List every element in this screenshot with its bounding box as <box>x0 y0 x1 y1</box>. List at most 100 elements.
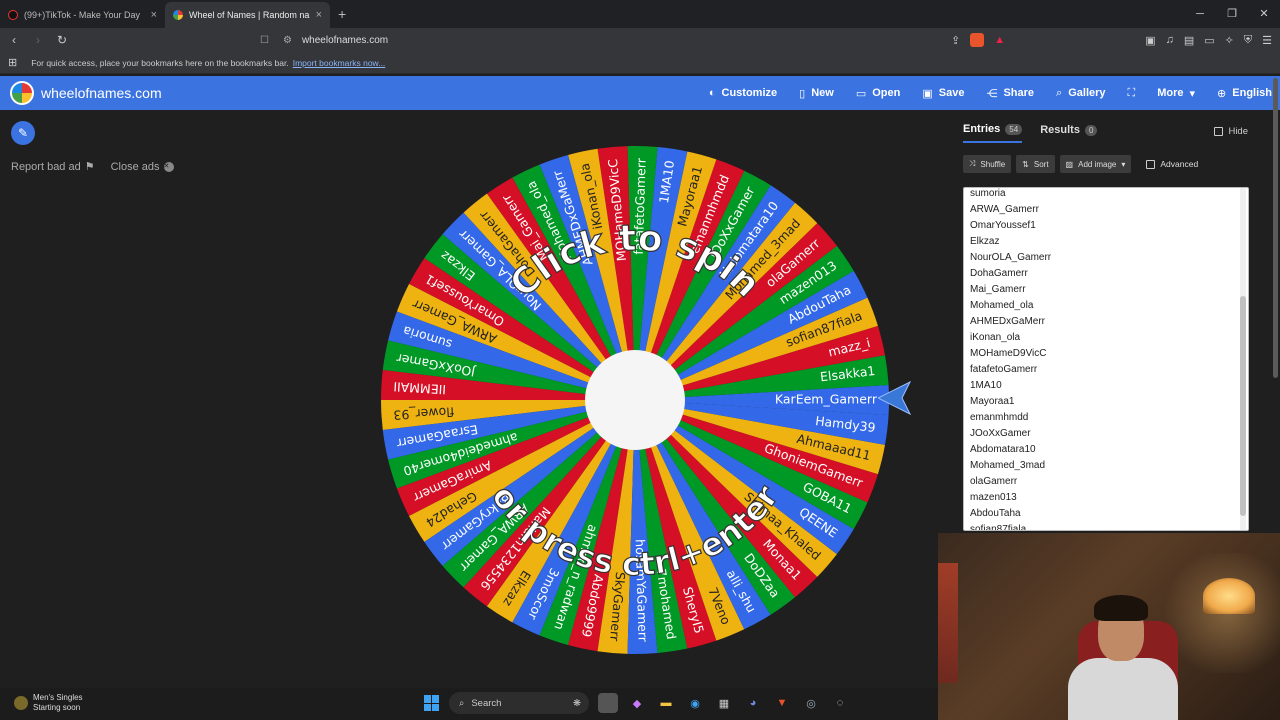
site-name[interactable]: wheelofnames.com <box>41 85 162 101</box>
import-bookmarks-link[interactable]: Import bookmarks now... <box>293 58 386 68</box>
advanced-toggle[interactable]: Advanced <box>1146 159 1198 169</box>
tab-wheelofnames[interactable]: Wheel of Names | Random name × <box>165 2 330 28</box>
new-button[interactable]: ▯ New <box>799 87 834 100</box>
gallery-label: Gallery <box>1068 87 1106 99</box>
entries-tab-label: Entries <box>963 123 1001 135</box>
tab-tiktok[interactable]: (99+)TikTok - Make Your Day × <box>0 2 165 28</box>
save-button[interactable]: ▣ Save <box>922 87 964 100</box>
wallet-icon[interactable]: ▭ <box>1204 34 1214 47</box>
customize-button[interactable]: ◐ Customize <box>709 87 777 99</box>
sort-button[interactable]: ⇅ Sort <box>1016 155 1055 173</box>
apps-grid-icon[interactable]: ⊞ <box>8 56 17 69</box>
spin-wheel[interactable]: KarEem_GamerrElsakka1mazz_isofian87fiala… <box>380 145 890 655</box>
shuffle-button[interactable]: ⤨ Shuffle <box>963 155 1012 173</box>
file-explorer-icon[interactable]: ▬ <box>656 693 676 713</box>
entry-line: sumoria <box>970 188 1006 199</box>
add-image-button[interactable]: ▨ Add image ▾ <box>1059 155 1132 173</box>
minimize-icon[interactable]: ─ <box>1184 0 1216 28</box>
lamp <box>1203 578 1255 614</box>
brave-shield-icon[interactable] <box>970 33 985 47</box>
close-ads-label: Close ads <box>110 160 160 173</box>
share-page-icon[interactable]: ⇪ <box>951 34 960 47</box>
entries-scroll-thumb[interactable] <box>1240 296 1246 516</box>
brave-rewards-icon[interactable]: ▲ <box>994 34 1005 46</box>
widget-notification[interactable]: Men's Singles Starting soon <box>14 693 83 713</box>
sort-icon: ⇅ <box>1022 159 1029 169</box>
reload-icon[interactable]: ↻ <box>52 33 72 47</box>
restore-icon[interactable]: ❐ <box>1216 0 1248 28</box>
entries-textarea[interactable]: sumoria ARWA_Gamerr OmarYoussef1 Elkzaz Nour… <box>963 187 1249 531</box>
close-tab-icon[interactable]: × <box>316 9 322 21</box>
edge-icon[interactable]: ◉ <box>685 693 705 713</box>
more-button[interactable]: More ▾ <box>1157 87 1195 100</box>
edit-pencil-button[interactable]: ✎ <box>11 121 35 145</box>
menu-icon[interactable]: ☰ <box>1262 34 1272 47</box>
entry-line: DohaGamerr <box>970 268 1028 279</box>
discord-icon[interactable]: ◕ <box>743 693 763 713</box>
windows-start-icon[interactable] <box>424 695 440 711</box>
bookmark-icon[interactable]: ☐ <box>260 35 269 46</box>
report-bad-ad-link[interactable]: Report bad ad ⚑ <box>11 160 95 174</box>
open-button[interactable]: ▭ Open <box>856 87 901 100</box>
advanced-checkbox[interactable] <box>1146 159 1156 169</box>
gallery-button[interactable]: ⌕ Gallery <box>1056 87 1105 100</box>
tiktok-icon <box>8 10 18 20</box>
close-tab-icon[interactable]: × <box>151 9 157 21</box>
shuffle-icon: ⤨ <box>969 159 976 168</box>
fullscreen-button[interactable]: ⛶ <box>1128 87 1136 100</box>
save-icon: ▣ <box>922 87 933 100</box>
forward-icon[interactable]: › <box>28 33 48 47</box>
brave-icon[interactable]: ▼ <box>772 693 792 713</box>
entries-panel: Entries 54 Results 0 Hide ⤨ Shuffle ⇅ Sort ▨… <box>952 117 1262 537</box>
hide-toggle[interactable]: Hide <box>1214 126 1248 137</box>
shuffle-label: Shuffle <box>980 159 1006 169</box>
entry-line: fatafetoGamerr <box>970 364 1038 375</box>
site-logo[interactable] <box>10 81 34 105</box>
leo-ai-icon[interactable]: ✧ <box>1225 34 1234 47</box>
close-ads-link[interactable]: Close ads ✕ <box>111 160 174 173</box>
entry-line: OmarYoussef1 <box>970 220 1036 231</box>
store-icon[interactable]: ▦ <box>714 693 734 713</box>
page-scrollbar[interactable] <box>1273 78 1278 378</box>
globe-icon: ⊕ <box>1217 87 1227 100</box>
vpn-icon[interactable]: ⛨ <box>1244 34 1252 47</box>
reading-list-icon[interactable]: ▤ <box>1184 34 1194 47</box>
wheel-slice-label: KarEem_Gamerr <box>775 392 878 407</box>
new-tab-icon[interactable]: + <box>338 6 346 22</box>
more-label: More <box>1157 87 1184 99</box>
language-button[interactable]: ⊕ English <box>1217 87 1272 100</box>
steam-icon[interactable]: ◎ <box>801 693 821 713</box>
site-info-icon[interactable]: ⚙ <box>283 35 292 46</box>
back-icon[interactable]: ‹ <box>4 33 24 47</box>
close-window-icon[interactable]: ✕ <box>1248 0 1280 28</box>
obs-icon[interactable]: ◌ <box>830 693 850 713</box>
new-label: New <box>811 87 834 99</box>
address-bar[interactable]: ☐ ⚙ wheelofnames.com <box>256 29 1006 51</box>
hide-checkbox[interactable] <box>1214 127 1224 136</box>
tab-results[interactable]: Results 0 <box>1040 120 1098 142</box>
taskbar-search[interactable]: ⌕ Search ❋ <box>449 692 589 714</box>
folder-icon: ▭ <box>855 87 867 100</box>
language-label: English <box>1232 87 1272 99</box>
notif-subtitle: Starting soon <box>33 703 81 712</box>
media-icon[interactable]: ♫ <box>1166 34 1174 46</box>
wheel-favicon-icon <box>173 10 183 20</box>
share-button[interactable]: ⋲ Share <box>986 87 1034 100</box>
entries-scrollbar[interactable] <box>1240 188 1246 530</box>
entry-line: Mai_Gamerr <box>970 284 1026 295</box>
entry-line: ARWA_Gamerr <box>970 204 1039 215</box>
close-icon: ✕ <box>163 161 174 172</box>
flag-icon: ⚑ <box>84 161 95 173</box>
sidebar-icon[interactable]: ▣ <box>1145 34 1155 47</box>
tab-entries[interactable]: Entries 54 <box>963 119 1023 143</box>
share-label: Share <box>1003 87 1035 99</box>
open-label: Open <box>872 87 901 99</box>
entry-line: Abdomatara10 <box>970 444 1036 455</box>
customize-label: Customize <box>721 87 778 99</box>
wheel-center-hub[interactable] <box>585 350 685 450</box>
chevron-down-icon: ▾ <box>1189 87 1196 100</box>
task-view-icon[interactable] <box>598 693 618 713</box>
new-file-icon: ▯ <box>799 87 806 100</box>
copilot-icon[interactable]: ◆ <box>627 693 647 713</box>
header-nav: ◐ Customize ▯ New ▭ Open ▣ Save ⋲ Share ⌕ Gall… <box>709 76 1272 110</box>
